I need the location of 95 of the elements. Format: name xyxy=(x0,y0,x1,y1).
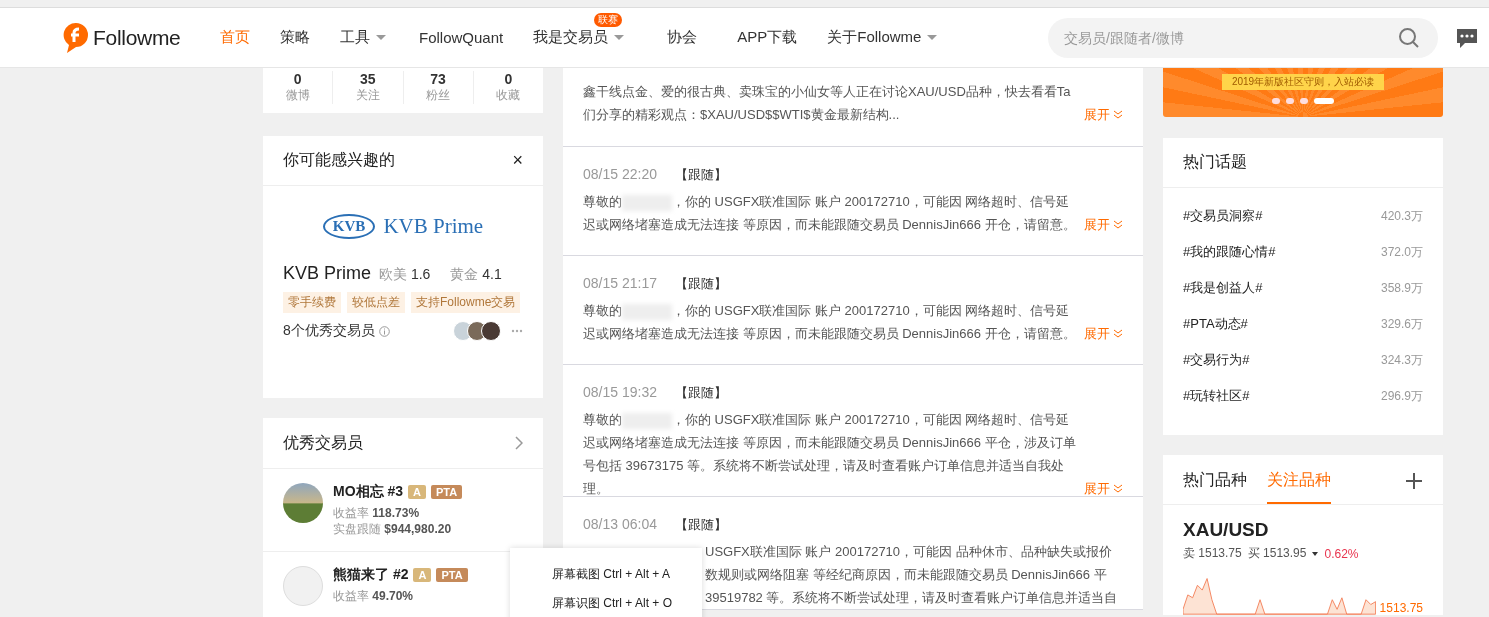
topic-count: 358.9万 xyxy=(1380,279,1423,297)
search-icon[interactable] xyxy=(1398,26,1420,49)
post-text-line: 39519782 等。系统将不断尝试处理，请及时查看账户订单信息并适当自 xyxy=(705,589,1118,607)
nav-link[interactable]: APP下载 xyxy=(737,24,798,51)
trader-stat: 收益率 118.73% xyxy=(333,505,421,521)
broker-logo-text: KVB Prime xyxy=(383,214,484,239)
avatar xyxy=(481,321,501,341)
trader-badge: A xyxy=(413,568,432,582)
nav-link[interactable]: FollowQuant xyxy=(419,25,504,50)
feature-tag: 支持Followme交易 xyxy=(411,292,521,313)
chevron-right-icon[interactable] xyxy=(515,436,523,450)
more-icon[interactable] xyxy=(511,329,523,333)
post-text: 尊敬的 ，你的 USGFX联准国际 账户 200172710，可能因 网络超时、信号延迟或网络堵塞造成无法连接 等原因，而未能跟随交易员 DennisJin666 开仓，请留意。 xyxy=(583,302,1077,343)
caret-icon xyxy=(927,35,938,40)
post-tag: 【跟随】 xyxy=(674,166,727,184)
logo-text: Followme xyxy=(93,25,181,50)
chat-icon[interactable] xyxy=(1456,26,1478,49)
search-field[interactable]: 交易员/跟随者/微博 xyxy=(1048,17,1438,58)
caret-down-icon xyxy=(1312,551,1319,556)
post-time: 08/15 21:17 xyxy=(583,275,657,293)
post-text-line: USGFX联准国际 账户 200172710，可能因 品种休市、品种缺失或报价 xyxy=(705,543,1112,561)
nav-link[interactable]: 协会 xyxy=(667,24,698,51)
market-tab[interactable]: 热门品种 xyxy=(1183,470,1247,504)
stat-value: 73 xyxy=(429,71,447,87)
nav-link[interactable]: 我是交易员 xyxy=(533,24,625,51)
stat-label: 关注 xyxy=(354,87,381,104)
trader-name[interactable]: MO相忘 #3 xyxy=(333,483,403,501)
trader-count: 8个优秀交易员 xyxy=(283,322,375,340)
close-button[interactable]: × xyxy=(512,150,523,171)
price-change: 0.62% xyxy=(1324,546,1359,561)
post-time: 08/13 06:04 xyxy=(583,516,657,534)
menu-item[interactable]: 屏幕截图 Ctrl + Alt + A xyxy=(510,560,702,589)
trader-stat: 收益率 49.70% xyxy=(333,588,415,604)
chevron-down-icon xyxy=(1113,328,1123,339)
post-tag: 【跟随】 xyxy=(674,275,727,293)
post-tag: 【跟随】 xyxy=(674,384,727,402)
feature-tag: 较低点差 xyxy=(347,292,405,313)
stat-label: 收藏 xyxy=(495,87,522,104)
post-tag: 【跟随】 xyxy=(674,516,727,534)
sell-price: 卖 1513.75 xyxy=(1183,545,1242,562)
logo-icon xyxy=(63,21,89,54)
topic-count: 324.3万 xyxy=(1380,351,1423,369)
broker-name: KVB Prime xyxy=(283,263,372,284)
caret-icon xyxy=(376,35,386,40)
topic-link[interactable]: #交易员洞察# xyxy=(1183,207,1263,225)
symbol-name: XAU/USD xyxy=(1183,519,1270,541)
topic-count: 329.6万 xyxy=(1380,315,1423,333)
broker-metric: 黄金 4.1 xyxy=(450,266,502,284)
trader-name[interactable]: 熊猫来了 #2 xyxy=(333,566,409,584)
trader-badge: PTA xyxy=(436,568,468,582)
last-price: 1513.75 xyxy=(1379,601,1423,615)
chevron-down-icon xyxy=(1113,219,1123,230)
carousel-dots xyxy=(1272,98,1334,104)
caret-icon xyxy=(614,35,625,40)
trader-stat: 实盘跟随 $944,980.20 xyxy=(333,521,453,537)
menu-item[interactable]: 屏幕识图 Ctrl + Alt + O xyxy=(510,589,702,617)
post-text: 尊敬的 ，你的 USGFX联准国际 账户 200172710，可能因 网络超时、信号延迟或网络堵塞造成无法连接 等原因，而未能跟随交易员 DennisJin666 开仓，请留意。 xyxy=(583,193,1077,234)
avatar xyxy=(283,566,323,606)
post-text: 鑫干线点金、爱的很古典、卖珠宝的小仙女等人正在讨论XAU/USD品种，快去看看Ta们分享的精彩观点：$XAU/USD$$WTI$黄金最新结构... xyxy=(583,83,1072,124)
buy-price: 买 1513.95 xyxy=(1247,545,1307,562)
nav-link[interactable]: 工具 xyxy=(340,24,386,51)
photo-placeholder xyxy=(283,483,323,523)
post-text: 尊敬的 ，你的 USGFX联准国际 账户 200172710，可能因 网络超时、信号延迟或网络堵塞造成无法连接 等原因，而未能跟随交易员 DennisJin666 平仓，涉及订单号包括 39673175 等。系统将不断尝试处理，请及时查看账户订单信息并适当自我处理。 xyxy=(583,411,1077,498)
broker-logo-emblem: KVB xyxy=(322,214,376,239)
post-time: 08/15 22:20 xyxy=(583,166,657,184)
stat-label: 粉丝 xyxy=(425,87,452,104)
card-title: 优秀交易员 xyxy=(283,432,363,453)
post-time: 08/15 19:32 xyxy=(583,384,657,402)
info-icon xyxy=(378,325,390,337)
topic-count: 420.3万 xyxy=(1380,207,1423,225)
nav-link[interactable]: 策略 xyxy=(280,24,310,51)
stat-label: 微博 xyxy=(284,87,311,104)
trader-badge: A xyxy=(408,485,426,499)
post-text-line: 数规则或网络阻塞 等经纪商原因，而未能跟随交易员 DennisJin666 平 xyxy=(705,566,1107,584)
nav-badge: 联赛 xyxy=(594,13,623,27)
trader-badge: PTA xyxy=(430,485,463,499)
chevron-down-icon xyxy=(1113,483,1123,494)
stat-value: 35 xyxy=(359,71,377,87)
stat-value: 0 xyxy=(503,71,514,87)
card-title: 你可能感兴趣的 xyxy=(283,150,395,170)
stat-value: 0 xyxy=(292,71,303,87)
chevron-down-icon xyxy=(1113,109,1123,120)
topic-link[interactable]: #我的跟随心情# xyxy=(1183,243,1276,261)
card-title: 热门话题 xyxy=(1183,152,1247,172)
topic-count: 372.0万 xyxy=(1380,243,1423,261)
topic-link[interactable]: #交易行为# xyxy=(1183,351,1250,369)
broker-metric: 欧美 1.6 xyxy=(379,266,431,284)
topic-link[interactable]: #我是创益人# xyxy=(1183,279,1263,297)
topic-count: 296.9万 xyxy=(1380,387,1423,405)
banner-text: 2019年新版社区守则，入站必读 xyxy=(1221,74,1385,90)
topic-link[interactable]: #玩转社区# xyxy=(1183,387,1250,405)
feature-tag: 零手续费 xyxy=(283,292,341,313)
topic-link[interactable]: #PTA动态# xyxy=(1183,315,1248,333)
plus-icon[interactable] xyxy=(1405,472,1423,490)
nav-link[interactable]: 关于Followme xyxy=(827,24,938,51)
